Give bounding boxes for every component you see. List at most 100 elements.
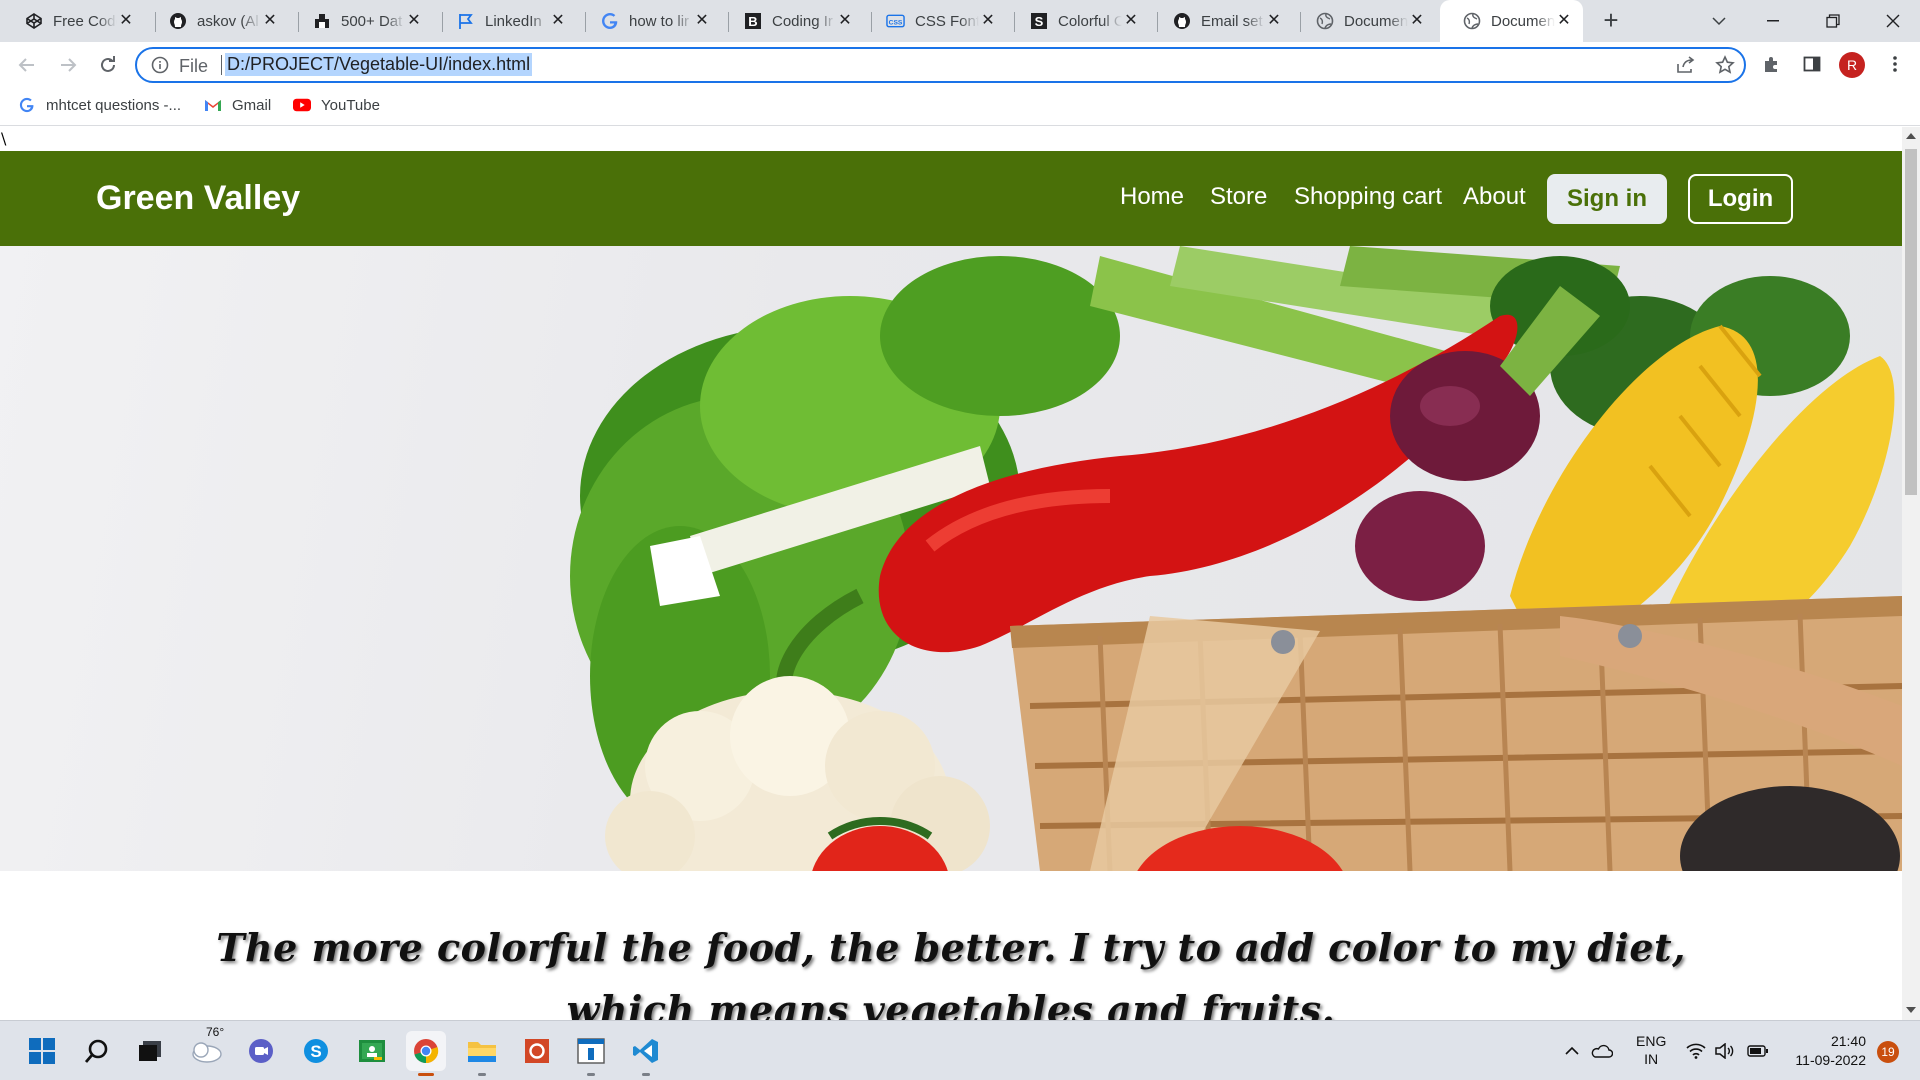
tab-7[interactable]: CSS CSS Font ✕ (864, 0, 1007, 42)
side-panel-icon[interactable] (1797, 49, 1827, 79)
tab-5[interactable]: how to lir ✕ (578, 0, 721, 42)
window-app-icon[interactable] (571, 1031, 611, 1071)
nav-home[interactable]: Home (1120, 183, 1184, 211)
nav-shopping-cart[interactable]: Shopping cart (1294, 183, 1442, 211)
tab-4[interactable]: LinkedIn ✕ (434, 0, 577, 42)
svg-text:S: S (1034, 14, 1043, 29)
close-icon[interactable]: ✕ (1122, 12, 1140, 30)
profile-avatar[interactable]: R (1839, 52, 1865, 78)
tab-11-active[interactable]: Documen ✕ (1440, 0, 1583, 42)
search-icon[interactable] (77, 1031, 117, 1071)
bookmark-gmail[interactable]: Gmail (204, 96, 271, 114)
forward-button[interactable] (52, 49, 84, 81)
tab-8[interactable]: S Colorful C ✕ (1007, 0, 1150, 42)
svg-text:CSS: CSS (889, 19, 903, 26)
windows-start-icon[interactable] (22, 1031, 62, 1071)
bookmark-label: YouTube (321, 96, 380, 114)
scrollbar-thumb[interactable] (1905, 149, 1917, 495)
quote-line-2: which means vegetables and fruits. (566, 987, 1336, 1020)
brand-logo[interactable]: Green Valley (96, 179, 300, 218)
url-text[interactable]: D:/PROJECT/Vegetable-UI/index.html (225, 53, 533, 76)
menu-kebab-icon[interactable] (1880, 49, 1910, 79)
skype-icon[interactable]: S (296, 1031, 336, 1071)
tab-title: askov (Al (197, 12, 259, 30)
vscode-icon[interactable] (626, 1031, 666, 1071)
classroom-icon[interactable] (352, 1031, 392, 1071)
login-button[interactable]: Login (1688, 174, 1793, 224)
clock[interactable]: 21:40 11-09-2022 (1786, 1032, 1866, 1070)
google-icon (18, 96, 36, 114)
minimize-icon[interactable] (1758, 6, 1788, 36)
tab-10[interactable]: Documen ✕ (1293, 0, 1436, 42)
task-view-icon[interactable] (130, 1031, 170, 1071)
onedrive-icon[interactable] (1588, 1031, 1616, 1071)
file-explorer-icon[interactable] (462, 1031, 502, 1071)
bookmark-star-icon[interactable] (1710, 50, 1740, 80)
tab-6[interactable]: B Coding Ir ✕ (721, 0, 864, 42)
bookmark-label: Gmail (232, 96, 272, 114)
sign-in-button[interactable]: Sign in (1547, 174, 1667, 224)
battery-icon[interactable] (1744, 1031, 1772, 1071)
close-icon[interactable]: ✕ (836, 12, 854, 30)
scroll-down-arrow-icon[interactable] (1906, 1007, 1916, 1013)
close-icon[interactable]: ✕ (979, 12, 997, 30)
windows-taskbar: 76° S ENG IN 21:40 11-09-2022 19 (0, 1020, 1920, 1080)
clock-date: 11-09-2022 (1795, 1052, 1866, 1068)
page-scrollbar[interactable] (1902, 127, 1920, 1020)
tab-2[interactable]: askov (Al ✕ (146, 0, 289, 42)
close-icon[interactable]: ✕ (549, 12, 567, 30)
close-icon[interactable]: ✕ (1408, 12, 1426, 30)
wifi-icon[interactable] (1682, 1031, 1710, 1071)
close-icon[interactable]: ✕ (1265, 12, 1283, 30)
active-indicator (418, 1073, 434, 1076)
extensions-icon[interactable] (1757, 49, 1787, 79)
tab-title: Colorful C (1058, 12, 1122, 30)
restore-icon[interactable] (1818, 6, 1848, 36)
volume-icon[interactable] (1710, 1031, 1738, 1071)
notification-badge[interactable]: 19 (1877, 1041, 1899, 1063)
clock-time: 21:40 (1830, 1033, 1866, 1049)
input-language-indicator[interactable]: ENG IN (1636, 1032, 1666, 1068)
share-icon[interactable] (1671, 50, 1701, 80)
scroll-up-arrow-icon[interactable] (1906, 133, 1916, 139)
nav-about[interactable]: About (1463, 183, 1526, 211)
b-logo-icon: B (743, 12, 762, 31)
tab-9[interactable]: Email set ✕ (1150, 0, 1293, 42)
teams-chat-icon[interactable] (241, 1031, 281, 1071)
new-tab-button[interactable]: + (1597, 7, 1625, 35)
tab-title: Free Code (53, 12, 117, 30)
database-icon (312, 12, 331, 31)
gmail-icon (204, 96, 222, 114)
bookmark-label: mhtcet questions -... (46, 96, 182, 114)
tab-strip: Free Code ✕ askov (Al ✕ 500+ Dat ✕ Linke… (0, 0, 1920, 42)
close-icon[interactable]: ✕ (1555, 12, 1573, 30)
close-icon[interactable]: ✕ (117, 12, 135, 30)
close-icon[interactable]: ✕ (405, 12, 423, 30)
close-icon[interactable]: ✕ (693, 12, 711, 30)
tab-title: how to lir (629, 12, 690, 30)
chrome-icon[interactable] (406, 1031, 446, 1071)
tab-3[interactable]: 500+ Dat ✕ (290, 0, 433, 42)
close-window-icon[interactable] (1878, 6, 1908, 36)
divider (221, 55, 222, 75)
browser-toolbar: File D:/PROJECT/Vegetable-UI/index.html … (0, 42, 1920, 88)
tab-title: LinkedIn (485, 12, 542, 30)
reload-button[interactable] (92, 49, 124, 81)
bookmark-youtube[interactable]: YouTube (293, 96, 380, 114)
address-bar[interactable]: File D:/PROJECT/Vegetable-UI/index.html (135, 47, 1746, 83)
github-icon (1172, 12, 1191, 31)
globe-icon (1315, 12, 1334, 31)
tab-1[interactable]: Free Code ✕ (2, 0, 145, 42)
tab-search-icon[interactable] (1704, 6, 1734, 36)
language-code: ENG (1636, 1033, 1667, 1049)
info-icon[interactable] (151, 56, 169, 79)
back-button[interactable] (11, 49, 43, 81)
office-app-icon[interactable] (517, 1031, 557, 1071)
tray-chevron-up-icon[interactable] (1559, 1031, 1585, 1071)
running-indicator (587, 1073, 595, 1076)
tab-title: Coding Ir (772, 12, 833, 30)
bookmark-mhtcet[interactable]: mhtcet questions -... (18, 96, 181, 114)
tab-title: 500+ Dat (341, 12, 403, 30)
nav-store[interactable]: Store (1210, 183, 1267, 211)
close-icon[interactable]: ✕ (261, 12, 279, 30)
